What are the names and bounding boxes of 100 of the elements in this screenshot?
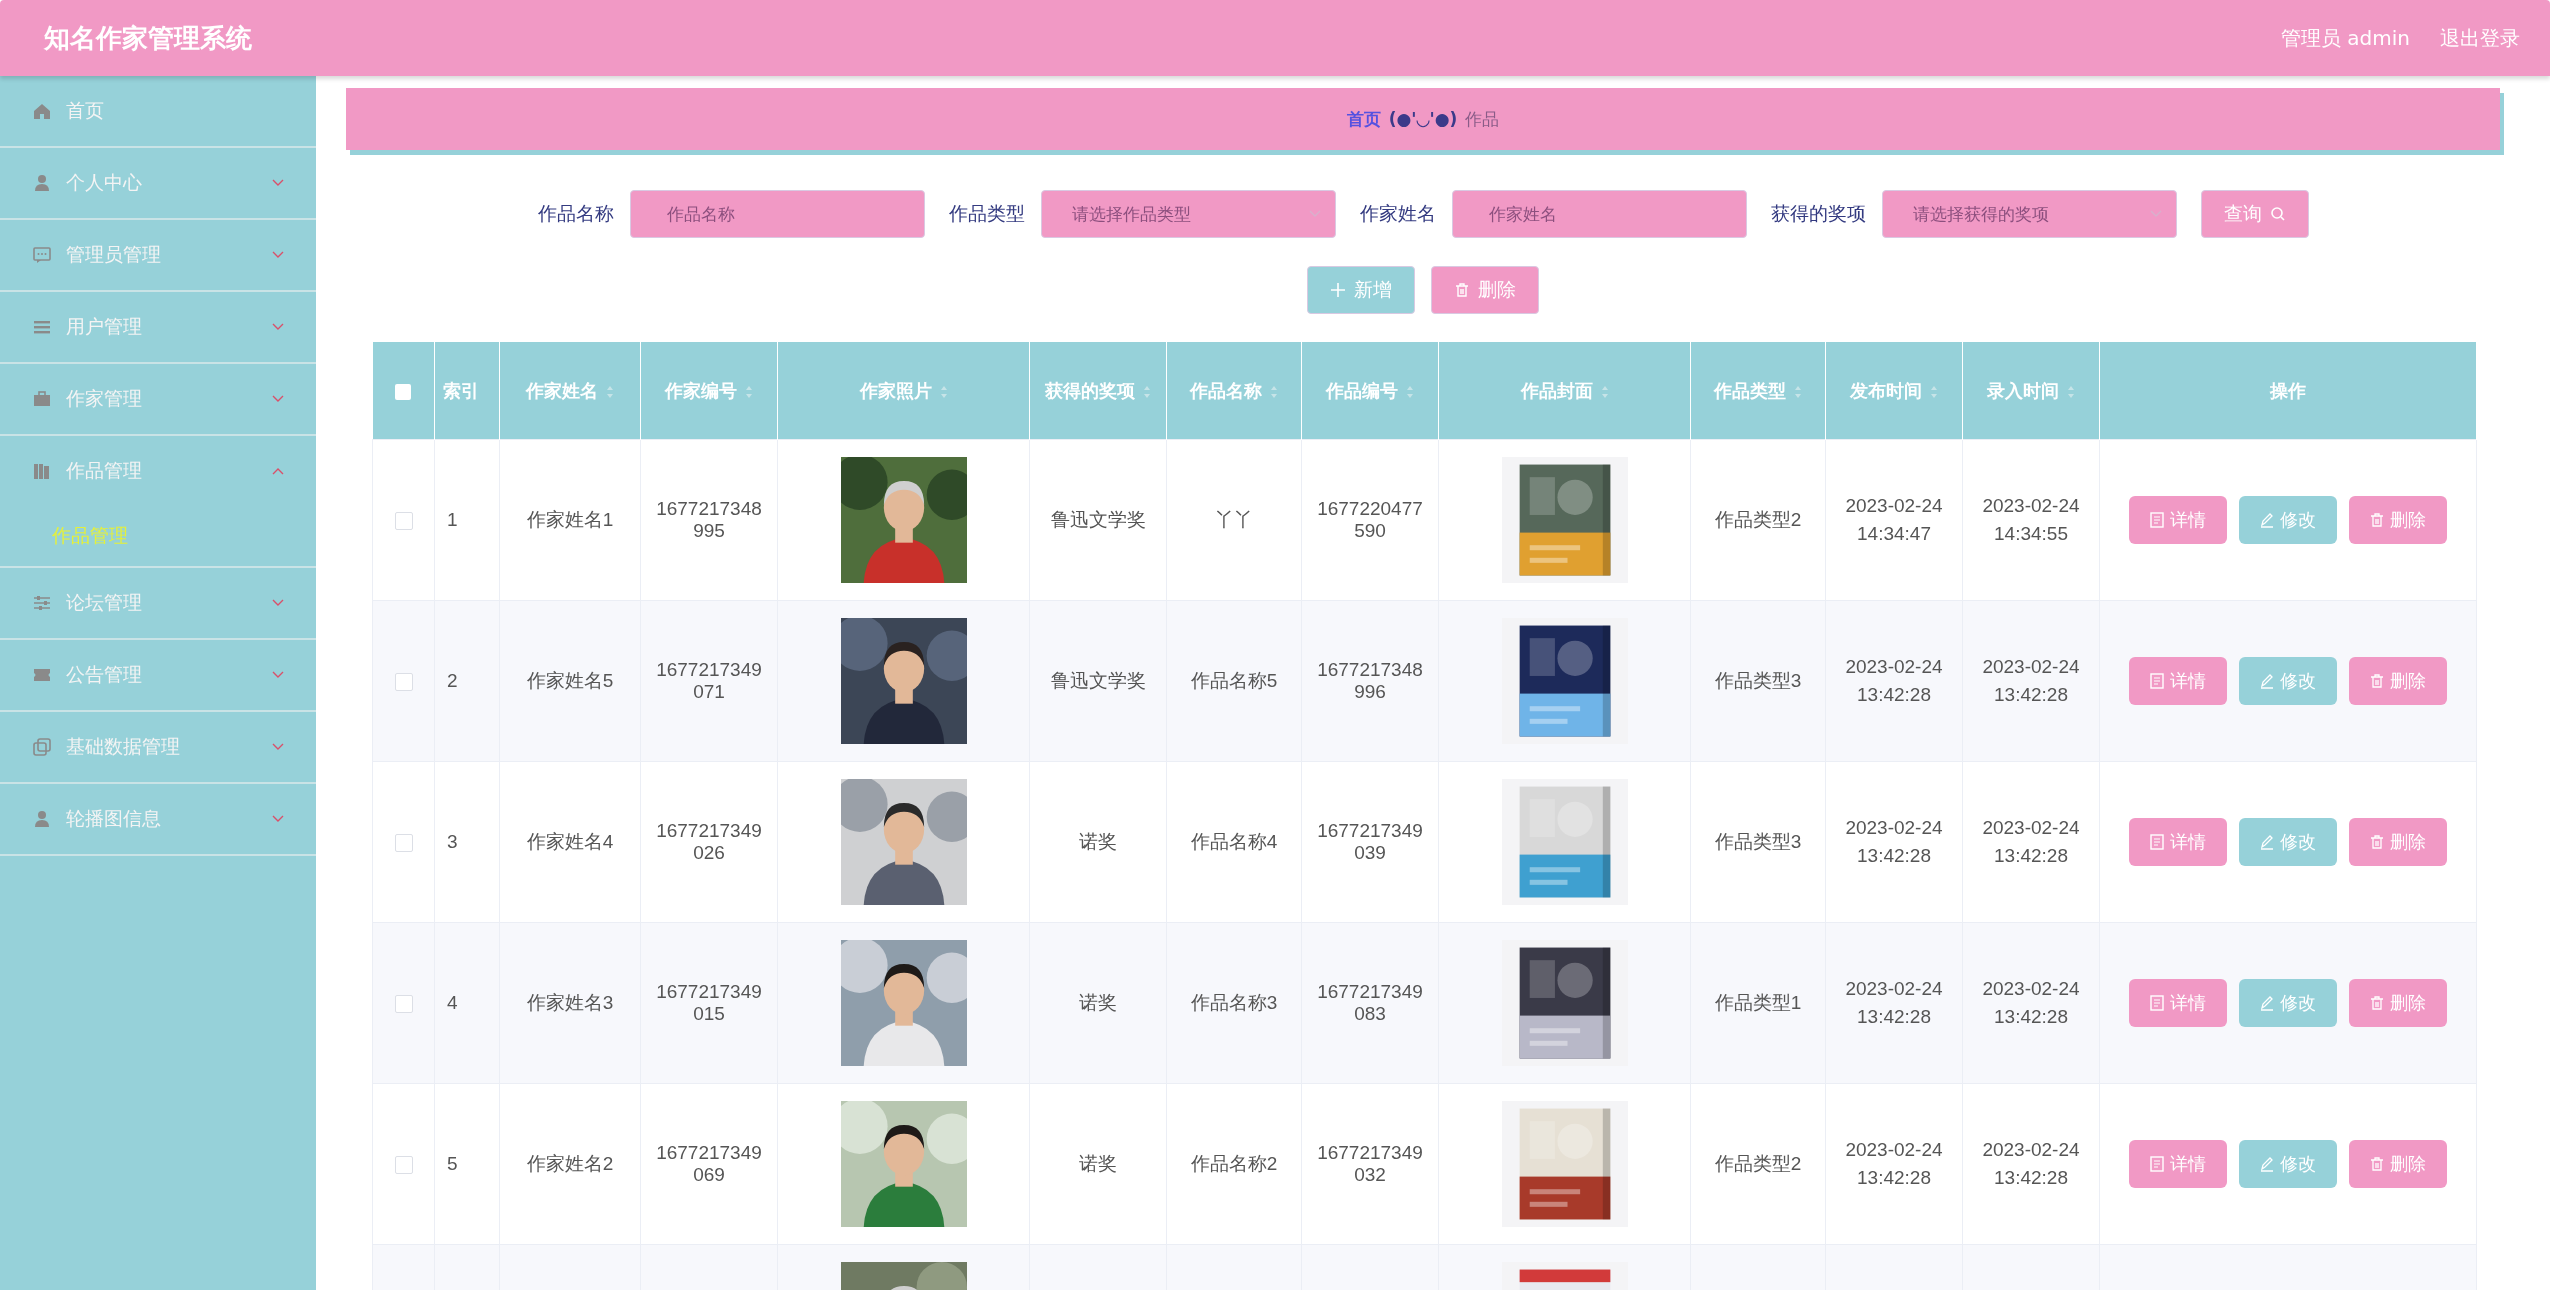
user-icon: [32, 173, 52, 193]
sidebar-item[interactable]: 基础数据管理: [0, 712, 316, 784]
sidebar-item[interactable]: 作品管理: [0, 436, 316, 506]
select-all-checkbox[interactable]: [395, 384, 412, 400]
document-icon: [2150, 995, 2164, 1011]
column-header[interactable]: 作家姓名: [499, 342, 641, 440]
select-field[interactable]: 请选择获得的奖项: [1881, 190, 2177, 238]
edit-button[interactable]: 修改: [2239, 496, 2337, 544]
row-checkbox[interactable]: [394, 834, 413, 852]
trash-icon: [2370, 1156, 2384, 1172]
details-button[interactable]: 详情: [2129, 1140, 2227, 1188]
edit-button[interactable]: 修改: [2239, 1140, 2337, 1188]
trash-icon: [2370, 512, 2384, 528]
document-icon: [2150, 834, 2164, 850]
sidebar-subitem[interactable]: 作品管理: [0, 506, 316, 568]
pen-icon: [2260, 1156, 2274, 1172]
delete-button[interactable]: 删除: [2349, 657, 2447, 705]
table-cell: 作家姓名1: [526, 509, 614, 530]
edit-button[interactable]: 修改: [2239, 818, 2337, 866]
table-cell: 作品名称3: [1190, 992, 1278, 1013]
table-cell-text: 2023-02-24 13:42:28: [1981, 976, 2081, 1029]
table-cell-text: 2023-02-24 14:34:55: [1981, 493, 2081, 546]
sidebar-item[interactable]: 公告管理: [0, 640, 316, 712]
edit-button[interactable]: 修改: [2239, 979, 2337, 1027]
field-label: 作品类型: [948, 201, 1025, 226]
column-header[interactable]: 作品编号: [1301, 342, 1439, 440]
query-button[interactable]: 查询: [2200, 190, 2309, 238]
trash-icon: [2370, 673, 2384, 689]
row-checkbox[interactable]: [394, 995, 413, 1013]
pen-icon: [2260, 673, 2274, 689]
sidebar-item[interactable]: 轮播图信息: [0, 784, 316, 856]
pen-icon: [2260, 995, 2274, 1011]
breadcrumb-link[interactable]: 首页: [1346, 107, 1381, 131]
breadcrumb-separator: (●'◡'●): [1388, 109, 1458, 129]
column-header[interactable]: 作家编号: [640, 342, 778, 440]
delete-button[interactable]: 删除: [2349, 496, 2447, 544]
document-icon: [2150, 673, 2164, 689]
column-header[interactable]: 操作: [2099, 342, 2477, 440]
table-cell: 作品类型3: [1714, 670, 1802, 691]
sidebar-item[interactable]: 论坛管理: [0, 568, 316, 640]
details-button[interactable]: 详情: [2129, 979, 2227, 1027]
delete-button[interactable]: 删除: [2349, 1140, 2447, 1188]
column-header[interactable]: 发布时间: [1825, 342, 1963, 440]
table-cell: 4: [447, 992, 458, 1013]
table-cell: 3: [447, 831, 458, 852]
logout-link[interactable]: 退出登录: [2440, 24, 2520, 52]
table-cell-text: 2023-02-24 13:42:28: [1844, 815, 1944, 868]
table-cell-text: 1677217348996: [1316, 659, 1424, 703]
trash-icon: [2370, 995, 2384, 1011]
table-cell: 5: [447, 1153, 458, 1174]
column-header[interactable]: 获得的奖项: [1029, 342, 1167, 440]
search-icon: [2269, 206, 2286, 222]
document-icon: [2150, 1156, 2164, 1172]
row-checkbox[interactable]: [394, 512, 413, 530]
details-button[interactable]: 详情: [2129, 657, 2227, 705]
input-field[interactable]: 作家姓名: [1451, 190, 1747, 238]
details-button[interactable]: 详情: [2129, 496, 2227, 544]
row-checkbox[interactable]: [394, 1156, 413, 1174]
sidebar-item[interactable]: 作家管理: [0, 364, 316, 436]
field-label: 作家姓名: [1359, 201, 1436, 226]
user-label: 管理员 admin: [2280, 24, 2410, 52]
table-cell: 作品类型1: [1714, 992, 1802, 1013]
table-cell: 作家姓名4: [526, 831, 614, 852]
copy-icon: [32, 737, 52, 757]
column-header[interactable]: 作品封面: [1438, 342, 1691, 440]
chevron-icon: [1308, 210, 1321, 218]
table-cell: 作品名称4: [1190, 831, 1278, 852]
table-cell: 丫丫: [1215, 509, 1253, 530]
select-field[interactable]: 请选择作品类型: [1040, 190, 1336, 238]
sidebar-item[interactable]: 管理员管理: [0, 220, 316, 292]
input-field[interactable]: 作品名称: [629, 190, 925, 238]
row-checkbox[interactable]: [394, 673, 413, 691]
table-cell-text: 1677217348995: [655, 498, 763, 542]
sidebar-item[interactable]: 个人中心: [0, 148, 316, 220]
column-header[interactable]: 索引: [434, 342, 500, 440]
add-button[interactable]: 新增: [1307, 266, 1415, 314]
table-cell: 作品名称5: [1190, 670, 1278, 691]
chat-icon: [32, 245, 52, 265]
details-button[interactable]: 详情: [2129, 818, 2227, 866]
table-cell-text: 2023-02-24 14:34:47: [1844, 493, 1944, 546]
breadcrumb-current: 作品: [1465, 107, 1500, 131]
sidebar-item[interactable]: 用户管理: [0, 292, 316, 364]
delete-button[interactable]: 删除: [2349, 818, 2447, 866]
column-header[interactable]: 录入时间: [1962, 342, 2100, 440]
edit-button[interactable]: 修改: [2239, 657, 2337, 705]
column-header[interactable]: 作家照片: [777, 342, 1030, 440]
table-cell-text: 1677217349032: [1316, 1142, 1424, 1186]
column-header[interactable]: 作品类型: [1690, 342, 1826, 440]
table-cell: 作品名称2: [1190, 1153, 1278, 1174]
table-cell: 1: [447, 509, 458, 530]
table-cell-text: 1677217349083: [1316, 981, 1424, 1025]
column-header[interactable]: 作品名称: [1166, 342, 1302, 440]
delete-button[interactable]: 删除: [2349, 979, 2447, 1027]
delete-button[interactable]: 删除: [1431, 266, 1539, 314]
user-icon: [32, 809, 52, 829]
home-icon: [32, 101, 52, 121]
sidebar-item[interactable]: 首页: [0, 76, 316, 148]
table-cell: 2: [447, 670, 458, 691]
table-cell-text: 1677217349069: [655, 1142, 763, 1186]
table-cell: 作家姓名2: [526, 1153, 614, 1174]
